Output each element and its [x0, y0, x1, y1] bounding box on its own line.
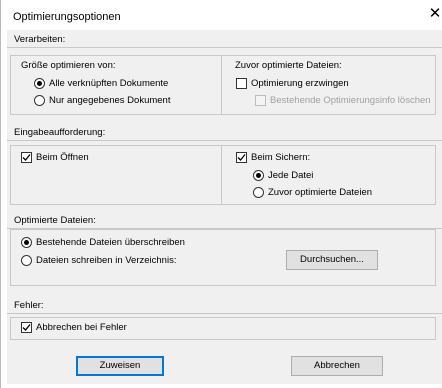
checkbox-on-open[interactable]: Beim Öffnen [21, 152, 89, 163]
radio-selected-icon [34, 78, 45, 89]
close-icon[interactable]: ✕ [427, 6, 442, 22]
radio-every-file[interactable]: Jede Datei [253, 170, 313, 181]
radio-selected-icon [253, 170, 264, 181]
checkbox-label: Beim Öffnen [36, 152, 89, 163]
prompt-group: Beim Öffnen Beim Sichern: Jede Datei Zuv… [10, 145, 436, 205]
checkbox-abort-on-error[interactable]: Abbrechen bei Fehler [21, 322, 127, 333]
optimized-files-group: Bestehende Dateien überschreiben Dateien… [10, 229, 436, 286]
title-bar: Optimierungsoptionen ✕ [1, 0, 442, 30]
radio-unselected-icon [21, 255, 32, 266]
radio-previously-optimized-files[interactable]: Zuvor optimierte Dateien [253, 187, 372, 198]
apply-button[interactable]: Zuweisen [76, 356, 164, 376]
checkbox-force-optimization[interactable]: Optimierung erzwingen [236, 78, 349, 89]
checkbox-label: Bestehende Optimierungsinfo löschen [270, 95, 431, 106]
checkbox-disabled-icon [255, 95, 266, 106]
optimization-options-dialog: Optimierungsoptionen ✕ Verarbeiten: Größ… [0, 0, 442, 388]
radio-write-to-directory[interactable]: Dateien schreiben in Verzeichnis: [21, 255, 176, 266]
group-separator [221, 146, 222, 204]
size-group-label: Größe optimieren von: [21, 60, 116, 71]
checkbox-delete-optimization-info[interactable]: Bestehende Optimierungsinfo löschen [255, 95, 431, 106]
checkbox-label: Optimierung erzwingen [251, 78, 349, 89]
section-label-prompt: Eingabeaufforderung: [14, 127, 106, 138]
dialog-title: Optimierungsoptionen [13, 11, 121, 23]
radio-unselected-icon [253, 187, 264, 198]
process-group: Größe optimieren von: Alle verknüpften D… [10, 55, 436, 115]
cancel-button[interactable]: Abbrechen [291, 356, 383, 376]
checkmark-icon [236, 152, 247, 163]
radio-selected-icon [21, 237, 32, 248]
group-separator [221, 56, 222, 114]
checkbox-on-save[interactable]: Beim Sichern: [236, 152, 310, 163]
checkbox-label: Beim Sichern: [251, 152, 311, 163]
checkmark-icon [21, 152, 32, 163]
checkmark-icon [21, 322, 32, 333]
checkbox-label: Abbrechen bei Fehler [36, 322, 127, 333]
section-label-errors: Fehler: [14, 300, 44, 311]
radio-label: Bestehende Dateien überschreiben [36, 237, 185, 248]
section-divider [7, 47, 442, 48]
section-label-optimized-files: Optimierte Dateien: [14, 215, 96, 226]
dialog-body: Verarbeiten: Größe optimieren von: Alle … [7, 30, 442, 384]
section-divider [7, 313, 442, 314]
checkbox-unchecked-icon [236, 78, 247, 89]
radio-overwrite-existing-files[interactable]: Bestehende Dateien überschreiben [21, 237, 185, 248]
section-divider [7, 140, 442, 141]
radio-label: Nur angegebenes Dokument [49, 95, 171, 106]
prev-optimized-label: Zuvor optimierte Dateien: [235, 60, 342, 71]
radio-only-specified-document[interactable]: Nur angegebenes Dokument [34, 95, 170, 106]
radio-label: Dateien schreiben in Verzeichnis: [36, 255, 177, 266]
section-label-process: Verarbeiten: [14, 34, 66, 45]
radio-label: Zuvor optimierte Dateien [268, 187, 373, 198]
radio-label: Alle verknüpften Dokumente [49, 78, 169, 89]
errors-group: Abbrechen bei Fehler [10, 317, 436, 340]
radio-label: Jede Datei [268, 170, 314, 181]
radio-unselected-icon [34, 95, 45, 106]
browse-button[interactable]: Durchsuchen... [286, 250, 378, 270]
radio-all-linked-documents[interactable]: Alle verknüpften Dokumente [34, 78, 168, 89]
